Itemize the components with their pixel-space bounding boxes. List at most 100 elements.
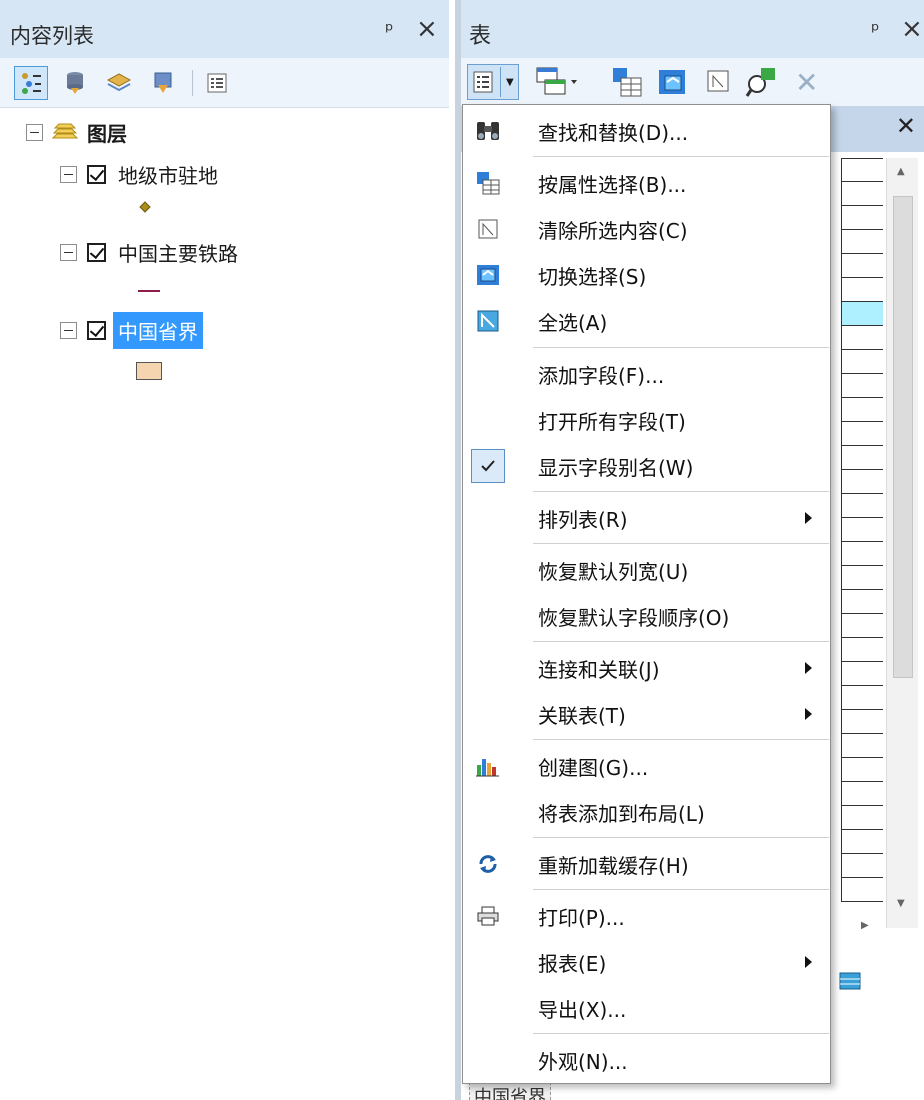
menu-item-label: 重新加载缓存(H) bbox=[538, 853, 689, 878]
menu-item-label: 恢复默认字段顺序(O) bbox=[538, 605, 730, 630]
point-symbol[interactable] bbox=[139, 201, 151, 213]
table-options-button[interactable]: ▼ bbox=[467, 64, 519, 100]
menu-item-select-by-attributes[interactable]: 按属性选择(B)... bbox=[463, 161, 830, 205]
menu-separator bbox=[533, 543, 829, 544]
toc-titlebar: 内容列表 ᵖ × bbox=[0, 0, 449, 58]
layer-visibility-checkbox[interactable] bbox=[87, 321, 106, 340]
menu-separator bbox=[533, 889, 829, 890]
menu-item-label: 添加字段(F)... bbox=[538, 363, 665, 388]
collapse-toggle[interactable] bbox=[60, 166, 77, 183]
menu-item-export[interactable]: 导出(X)... bbox=[463, 986, 830, 1030]
menu-item-label: 打印(P)... bbox=[538, 905, 625, 930]
switch-selection-icon bbox=[471, 258, 505, 292]
menu-item-label: 报表(E) bbox=[538, 951, 607, 976]
binoculars-icon bbox=[471, 114, 505, 148]
table-of-contents-panel: 内容列表 ᵖ × 图层 地级市驻地 中国主要铁路 中国省界 bbox=[0, 0, 449, 1100]
select-by-attributes-icon bbox=[471, 166, 505, 200]
menu-item-arrange-tables[interactable]: 排列表(R) bbox=[463, 496, 830, 540]
pin-icon[interactable]: ᵖ bbox=[385, 18, 394, 42]
menu-item-label: 连接和关联(J) bbox=[538, 657, 660, 682]
list-by-visibility-icon[interactable] bbox=[102, 66, 136, 100]
switch-selection-icon[interactable] bbox=[657, 66, 689, 102]
menu-separator bbox=[533, 491, 829, 492]
close-icon[interactable]: × bbox=[901, 14, 923, 44]
menu-item-print[interactable]: 打印(P)... bbox=[463, 894, 830, 938]
menu-item-add-table-to-layout[interactable]: 将表添加到布局(L) bbox=[463, 790, 830, 834]
table-options-menu: 查找和替换(D)... 按属性选择(B)... 清除所选内容(C) 切换选择(S… bbox=[462, 104, 831, 1084]
layer-name: 地级市驻地 bbox=[118, 164, 218, 188]
table-tab-close-icon[interactable]: ✕ bbox=[896, 112, 916, 140]
menu-item-label: 打开所有字段(T) bbox=[538, 409, 686, 434]
menu-item-show-field-aliases[interactable]: 显示字段别名(W) bbox=[463, 444, 830, 488]
submenu-arrow-icon bbox=[805, 662, 812, 674]
layer-row[interactable]: 地级市驻地 bbox=[60, 160, 218, 189]
table-view-icon[interactable] bbox=[839, 972, 861, 994]
printer-icon bbox=[471, 899, 505, 933]
menu-item-appearance[interactable]: 外观(N)... bbox=[463, 1038, 830, 1082]
menu-item-find-replace[interactable]: 查找和替换(D)... bbox=[463, 109, 830, 153]
menu-separator bbox=[533, 1033, 829, 1034]
toc-toolbar bbox=[0, 58, 449, 108]
layer-row[interactable]: 中国主要铁路 bbox=[60, 238, 238, 267]
menu-item-label: 全选(A) bbox=[538, 310, 608, 335]
scrollbar-thumb[interactable] bbox=[893, 196, 913, 678]
delete-selected-icon[interactable]: ✕ bbox=[795, 66, 818, 99]
submenu-arrow-icon bbox=[805, 512, 812, 524]
options-icon[interactable] bbox=[200, 66, 234, 100]
collapse-toggle[interactable] bbox=[60, 322, 77, 339]
list-by-selection-icon[interactable] bbox=[146, 66, 180, 100]
menu-item-label: 外观(N)... bbox=[538, 1049, 628, 1074]
menu-item-joins-relates[interactable]: 连接和关联(J) bbox=[463, 646, 830, 690]
zoom-to-selected-icon[interactable] bbox=[745, 66, 777, 102]
menu-item-label: 查找和替换(D)... bbox=[538, 120, 689, 145]
list-by-drawing-order-icon[interactable] bbox=[14, 66, 48, 100]
layer-row[interactable]: 中国省界 bbox=[60, 312, 203, 349]
layers-stack-icon bbox=[51, 122, 79, 144]
menu-item-label: 导出(X)... bbox=[538, 997, 627, 1022]
reload-icon bbox=[471, 847, 505, 881]
menu-item-restore-field-order[interactable]: 恢复默认字段顺序(O) bbox=[463, 594, 830, 638]
list-by-source-icon[interactable] bbox=[58, 66, 92, 100]
menu-separator bbox=[533, 156, 829, 157]
collapse-toggle[interactable] bbox=[26, 124, 43, 141]
pin-icon[interactable]: ᵖ bbox=[871, 18, 880, 42]
table-titlebar: 表 ᵖ × bbox=[461, 0, 924, 58]
polygon-symbol[interactable] bbox=[136, 362, 162, 380]
table-toolbar: ▼ ✕ bbox=[461, 58, 924, 106]
related-tables-icon[interactable] bbox=[535, 66, 579, 102]
layers-root-row[interactable]: 图层 bbox=[26, 118, 127, 147]
attribute-grid[interactable] bbox=[841, 158, 883, 918]
submenu-arrow-icon bbox=[805, 956, 812, 968]
select-by-attributes-icon[interactable] bbox=[611, 66, 643, 102]
checkmark-icon bbox=[471, 449, 505, 483]
line-symbol[interactable] bbox=[138, 290, 160, 292]
layer-visibility-checkbox[interactable] bbox=[87, 243, 106, 262]
menu-item-reload-cache[interactable]: 重新加载缓存(H) bbox=[463, 842, 830, 886]
menu-item-restore-column-widths[interactable]: 恢复默认列宽(U) bbox=[463, 548, 830, 592]
layers-root-label: 图层 bbox=[87, 122, 127, 146]
layer-visibility-checkbox[interactable] bbox=[87, 165, 106, 184]
menu-item-reports[interactable]: 报表(E) bbox=[463, 940, 830, 984]
menu-item-create-graph[interactable]: 创建图(G)... bbox=[463, 744, 830, 788]
menu-separator bbox=[533, 739, 829, 740]
clear-selection-icon[interactable] bbox=[705, 68, 731, 98]
close-icon[interactable]: × bbox=[416, 14, 438, 44]
menu-item-turn-all-fields-on[interactable]: 打开所有字段(T) bbox=[463, 398, 830, 442]
menu-item-select-all[interactable]: 全选(A) bbox=[463, 299, 830, 343]
scroll-down-icon[interactable]: ▼ bbox=[897, 898, 905, 909]
menu-item-switch-selection[interactable]: 切换选择(S) bbox=[463, 253, 830, 297]
scroll-right-icon[interactable]: ▶ bbox=[861, 920, 869, 931]
selected-row[interactable] bbox=[841, 302, 883, 326]
chart-icon bbox=[471, 749, 505, 783]
menu-item-label: 将表添加到布局(L) bbox=[538, 801, 705, 826]
menu-item-label: 清除所选内容(C) bbox=[538, 218, 688, 243]
collapse-toggle[interactable] bbox=[60, 244, 77, 261]
vertical-scrollbar[interactable]: ▲ ▼ bbox=[886, 158, 918, 928]
menu-item-label: 显示字段别名(W) bbox=[538, 455, 694, 480]
menu-separator bbox=[533, 641, 829, 642]
scroll-up-icon[interactable]: ▲ bbox=[897, 166, 905, 177]
menu-item-clear-selection[interactable]: 清除所选内容(C) bbox=[463, 207, 830, 251]
menu-item-add-field[interactable]: 添加字段(F)... bbox=[463, 352, 830, 396]
table-tab-label[interactable]: 中国省界 bbox=[469, 1082, 551, 1100]
menu-item-related-tables[interactable]: 关联表(T) bbox=[463, 692, 830, 736]
